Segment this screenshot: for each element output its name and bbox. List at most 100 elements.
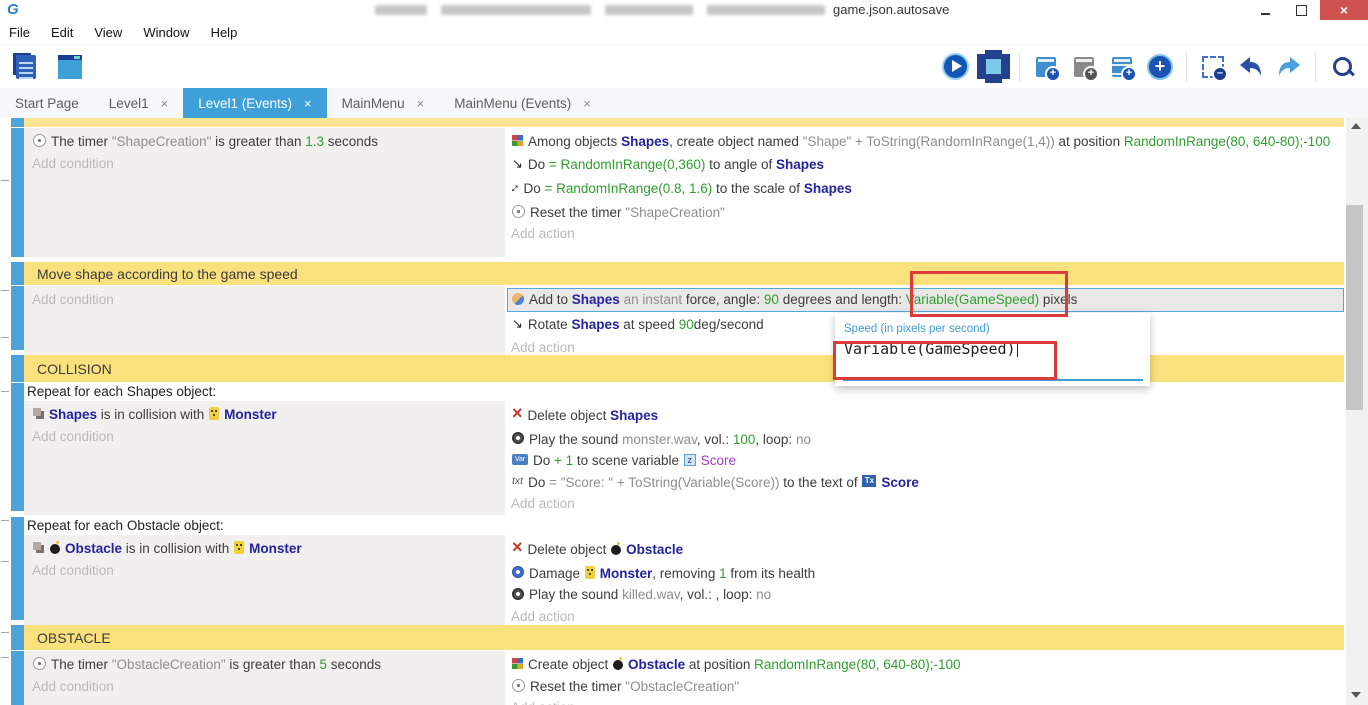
- text-segment: Damage: [529, 566, 584, 581]
- text-segment: Score: [881, 475, 919, 490]
- restore-button[interactable]: [1284, 0, 1318, 20]
- fold-mark[interactable]: [1, 657, 9, 658]
- delete-event-icon: [1202, 56, 1224, 78]
- tab-close-icon[interactable]: ×: [583, 96, 591, 111]
- text-segment: at position: [1055, 134, 1124, 149]
- menu-help[interactable]: Help: [211, 25, 238, 40]
- open-scene-button[interactable]: [54, 50, 86, 84]
- search-button[interactable]: [1326, 50, 1358, 84]
- title-bar: G game.json.autosave ×: [0, 0, 1368, 20]
- condition-line[interactable]: Obstacle is in collision with Monster: [30, 538, 505, 560]
- add-event-icon: [1036, 57, 1056, 77]
- preview-button[interactable]: [939, 50, 971, 84]
- add-action-link[interactable]: Add action: [509, 223, 1344, 245]
- condition-line[interactable]: Shapes is in collision with Monster: [30, 404, 505, 426]
- add-event-button[interactable]: [1030, 50, 1062, 84]
- redo-icon: [1276, 56, 1302, 78]
- fold-mark[interactable]: [1, 632, 9, 633]
- text-segment: an instant: [620, 292, 686, 307]
- action-line[interactable]: Delete object Obstacle: [509, 538, 1344, 563]
- comment-row[interactable]: OBSTACLE: [0, 625, 1344, 650]
- foreach-header[interactable]: Repeat for each Obstacle object:: [24, 517, 1344, 535]
- fold-mark[interactable]: [1, 337, 9, 338]
- debug-button[interactable]: [977, 50, 1009, 84]
- action-line[interactable]: Do = RandomInRange(0.8, 1.6) to the scal…: [509, 177, 1344, 202]
- text-segment: no: [756, 587, 771, 602]
- action-line[interactable]: Do = "Score: " + ToString(Variable(Score…: [509, 472, 1344, 494]
- add-other-button[interactable]: +: [1144, 50, 1176, 84]
- conditions-column: The timer "ShapeCreation" is greater tha…: [24, 128, 505, 257]
- undo-button[interactable]: [1235, 50, 1267, 84]
- tab-start-page[interactable]: Start Page: [0, 88, 94, 118]
- action-line[interactable]: Reset the timer "ShapeCreation": [509, 202, 1344, 224]
- tab-mainmenu[interactable]: MainMenu×: [327, 88, 440, 118]
- add-condition-link[interactable]: Add condition: [30, 560, 505, 582]
- tab-close-icon[interactable]: ×: [161, 96, 169, 111]
- action-line[interactable]: Among objects Shapes, create object name…: [509, 131, 1344, 153]
- text-segment: to the text of: [780, 475, 862, 490]
- fold-mark[interactable]: [1, 290, 9, 291]
- text-object-icon: [862, 475, 876, 487]
- action-line[interactable]: Reset the timer "ObstacleCreation": [509, 676, 1344, 698]
- menu-view[interactable]: View: [94, 25, 122, 40]
- fold-mark[interactable]: [1, 391, 9, 392]
- add-subevent-button[interactable]: [1068, 50, 1100, 84]
- action-line[interactable]: Create object Obstacle at position Rando…: [509, 654, 1344, 676]
- add-action-link[interactable]: Add action: [509, 606, 1344, 628]
- add-condition-link[interactable]: Add condition: [30, 676, 505, 698]
- add-comment-button[interactable]: [1106, 50, 1138, 84]
- timer-icon: [512, 679, 525, 692]
- tab-mainmenu-events[interactable]: MainMenu (Events)×: [439, 88, 606, 118]
- fold-mark[interactable]: [1, 561, 9, 562]
- action-line[interactable]: Play the sound monster.wav, vol.: 100, l…: [509, 429, 1344, 451]
- event-bar: [11, 262, 24, 285]
- scroll-up-icon[interactable]: [1351, 123, 1361, 129]
- annotation-box-expression-in-action: [910, 271, 1068, 317]
- add-action-link[interactable]: Add action: [509, 493, 1344, 515]
- text-segment: "ShapeCreation": [112, 134, 212, 149]
- text-segment: 90: [679, 316, 694, 331]
- condition-line[interactable]: The timer "ShapeCreation" is greater tha…: [30, 131, 505, 153]
- add-circle-icon: +: [1147, 54, 1173, 80]
- delete-event-button[interactable]: [1197, 50, 1229, 84]
- tab-level1[interactable]: Level1×: [94, 88, 183, 118]
- add-action-link[interactable]: Add action: [509, 697, 1344, 705]
- redo-button[interactable]: [1273, 50, 1305, 84]
- vertical-scrollbar[interactable]: [1346, 118, 1368, 705]
- action-line[interactable]: Damage Monster, removing 1 from its heal…: [509, 563, 1344, 585]
- menu-file[interactable]: File: [9, 25, 30, 40]
- event-obstacle-creation: The timer "ObstacleCreation" is greater …: [0, 651, 1344, 705]
- tab-level1-events[interactable]: Level1 (Events)×: [183, 88, 326, 118]
- open-project-button[interactable]: [10, 50, 42, 84]
- add-condition-link[interactable]: Add condition: [30, 426, 505, 448]
- minimize-button[interactable]: [1250, 0, 1280, 20]
- menu-window[interactable]: Window: [143, 25, 189, 40]
- add-condition-link[interactable]: Add condition: [30, 289, 505, 311]
- text-segment: Rotate: [528, 316, 572, 331]
- scroll-down-icon[interactable]: [1351, 692, 1361, 698]
- action-line[interactable]: Delete object Shapes: [509, 404, 1344, 429]
- text-segment: "ShapeCreation": [625, 205, 725, 220]
- fold-mark[interactable]: [1, 180, 9, 181]
- action-line[interactable]: Do = RandomInRange(0,360) to angle of Sh…: [509, 153, 1344, 178]
- add-condition-link[interactable]: Add condition: [30, 153, 505, 175]
- text-segment: seconds: [327, 657, 381, 672]
- comment-row[interactable]: Move shape according to the game speed: [0, 262, 1344, 285]
- tab-close-icon[interactable]: ×: [417, 96, 425, 111]
- event-bar: [11, 517, 24, 620]
- text-segment: Add condition: [32, 563, 114, 578]
- menu-edit[interactable]: Edit: [51, 25, 73, 40]
- event-bar: [11, 286, 24, 350]
- timer-icon: [33, 657, 46, 670]
- action-line[interactable]: Play the sound killed.wav, vol.: , loop:…: [509, 584, 1344, 606]
- close-button[interactable]: ×: [1320, 0, 1368, 20]
- text-segment: from its health: [727, 566, 816, 581]
- text-segment: Do: [533, 453, 554, 468]
- fold-gutter: [0, 262, 11, 285]
- fold-mark[interactable]: [1, 520, 9, 521]
- action-line[interactable]: Do + 1 to scene variable Score: [509, 450, 1344, 472]
- condition-line[interactable]: The timer "ObstacleCreation" is greater …: [30, 654, 505, 676]
- scrollbar-thumb[interactable]: [1346, 205, 1363, 410]
- text-segment: , loop:: [755, 432, 796, 447]
- tab-close-icon[interactable]: ×: [304, 96, 312, 111]
